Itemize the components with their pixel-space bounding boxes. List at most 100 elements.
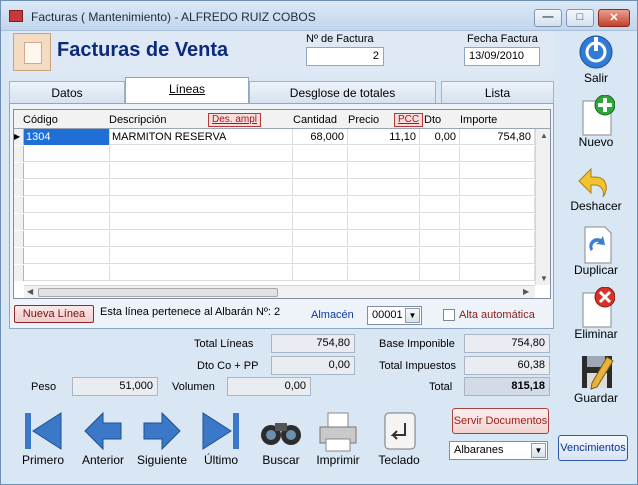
scroll-right-icon[interactable]: ▶	[523, 287, 529, 296]
cell-descripcion[interactable]	[110, 231, 293, 247]
scroll-left-icon[interactable]: ◀	[27, 287, 33, 296]
cell-precio[interactable]	[348, 163, 420, 179]
cell-cantidad[interactable]	[293, 197, 348, 213]
cell-importe[interactable]	[460, 146, 535, 162]
cell-cantidad[interactable]: 68,000	[293, 129, 348, 145]
duplicate-button[interactable]: Duplicar	[564, 223, 628, 277]
cell-dto[interactable]	[420, 214, 460, 230]
table-row[interactable]	[14, 163, 550, 179]
delete-button[interactable]: Eliminar	[564, 286, 628, 341]
cell-importe[interactable]	[460, 214, 535, 230]
col-descripcion-header[interactable]: Descripción	[109, 114, 166, 126]
table-row[interactable]: ▶ 1304 MARMITON RESERVA 68,000 11,10 0,00 754,…	[14, 129, 550, 145]
cell-codigo[interactable]	[24, 197, 110, 213]
pcc-button[interactable]: PCC	[394, 113, 424, 127]
cell-dto[interactable]	[420, 231, 460, 247]
print-button[interactable]: Imprimir	[312, 409, 364, 467]
cell-descripcion[interactable]: MARMITON RESERVA	[110, 129, 293, 145]
horizontal-scroll-thumb[interactable]	[38, 288, 278, 297]
col-codigo-header[interactable]: Código	[23, 114, 58, 126]
chevron-down-icon[interactable]: ▼	[405, 308, 420, 323]
cell-precio[interactable]	[348, 265, 420, 281]
row-selector[interactable]	[14, 248, 24, 264]
col-dto-header[interactable]: Dto	[424, 114, 441, 126]
cell-dto[interactable]	[420, 248, 460, 264]
cell-cantidad[interactable]	[293, 231, 348, 247]
cell-precio[interactable]	[348, 146, 420, 162]
first-record-button[interactable]: Primero	[17, 409, 69, 467]
cell-precio[interactable]	[348, 197, 420, 213]
cell-importe[interactable]	[460, 231, 535, 247]
chevron-down-icon[interactable]: ▼	[531, 443, 546, 458]
cell-cantidad[interactable]	[293, 146, 348, 162]
table-row[interactable]	[14, 197, 550, 213]
almacen-select[interactable]: 00001 ▼	[367, 306, 422, 325]
undo-button[interactable]: Deshacer	[564, 159, 628, 213]
table-row[interactable]	[14, 214, 550, 230]
cell-descripcion[interactable]	[110, 265, 293, 281]
cell-codigo[interactable]	[24, 214, 110, 230]
cell-precio[interactable]	[348, 248, 420, 264]
cell-descripcion[interactable]	[110, 248, 293, 264]
next-record-button[interactable]: Siguiente	[133, 409, 191, 467]
cell-cantidad[interactable]	[293, 214, 348, 230]
tab-lista[interactable]: Lista	[441, 81, 554, 103]
cell-cantidad[interactable]	[293, 265, 348, 281]
tab-lineas[interactable]: Líneas	[125, 77, 249, 104]
cell-importe[interactable]	[460, 197, 535, 213]
row-selector[interactable]	[14, 163, 24, 179]
cell-descripcion[interactable]	[110, 197, 293, 213]
cell-cantidad[interactable]	[293, 163, 348, 179]
row-selector[interactable]	[14, 231, 24, 247]
maximize-button[interactable]: □	[566, 9, 594, 27]
tab-desglose[interactable]: Desglose de totales	[249, 81, 436, 103]
invoice-number-field[interactable]: 2	[306, 47, 384, 66]
cell-codigo[interactable]	[24, 180, 110, 196]
save-button[interactable]: Guardar	[564, 351, 628, 405]
cell-precio[interactable]: 11,10	[348, 129, 420, 145]
cell-codigo[interactable]: 1304	[24, 129, 110, 145]
cell-codigo[interactable]	[24, 231, 110, 247]
row-selector[interactable]	[14, 265, 24, 281]
cell-dto[interactable]	[420, 265, 460, 281]
row-selector[interactable]	[14, 197, 24, 213]
cell-dto[interactable]: 0,00	[420, 129, 460, 145]
new-line-button[interactable]: Nueva Línea	[14, 305, 94, 323]
cell-cantidad[interactable]	[293, 180, 348, 196]
minimize-button[interactable]: —	[534, 9, 562, 27]
serve-documents-button[interactable]: Servir Documentos	[452, 408, 549, 434]
table-row[interactable]	[14, 180, 550, 196]
exit-button[interactable]: Salir	[564, 31, 628, 85]
cell-importe[interactable]: 754,80	[460, 129, 535, 145]
table-row[interactable]	[14, 146, 550, 162]
cell-codigo[interactable]	[24, 248, 110, 264]
search-button[interactable]: Buscar	[255, 409, 307, 467]
col-precio-header[interactable]: Precio	[348, 114, 379, 126]
document-type-select[interactable]: Albaranes ▼	[449, 441, 548, 460]
des-ampl-button[interactable]: Des. ampl	[208, 113, 262, 127]
cell-codigo[interactable]	[24, 163, 110, 179]
cell-descripcion[interactable]	[110, 214, 293, 230]
col-cantidad-header[interactable]: Cantidad	[293, 114, 337, 126]
cell-dto[interactable]	[420, 163, 460, 179]
cell-dto[interactable]	[420, 180, 460, 196]
scroll-down-icon[interactable]: ▼	[540, 274, 548, 283]
tab-datos[interactable]: Datos	[9, 81, 125, 103]
cell-importe[interactable]	[460, 163, 535, 179]
previous-record-button[interactable]: Anterior	[77, 409, 129, 467]
table-row[interactable]	[14, 265, 550, 281]
table-row[interactable]	[14, 248, 550, 264]
cell-importe[interactable]	[460, 248, 535, 264]
cell-codigo[interactable]	[24, 265, 110, 281]
table-row[interactable]	[14, 231, 550, 247]
cell-dto[interactable]	[420, 197, 460, 213]
cell-dto[interactable]	[420, 146, 460, 162]
row-selector[interactable]	[14, 146, 24, 162]
cell-importe[interactable]	[460, 180, 535, 196]
cell-codigo[interactable]	[24, 146, 110, 162]
horizontal-scrollbar[interactable]: ◀ ▶	[24, 285, 535, 298]
vertical-scrollbar[interactable]: ▲ ▼	[535, 129, 550, 285]
cell-importe[interactable]	[460, 265, 535, 281]
row-indicator-icon[interactable]: ▶	[14, 129, 24, 145]
scroll-up-icon[interactable]: ▲	[540, 131, 548, 140]
